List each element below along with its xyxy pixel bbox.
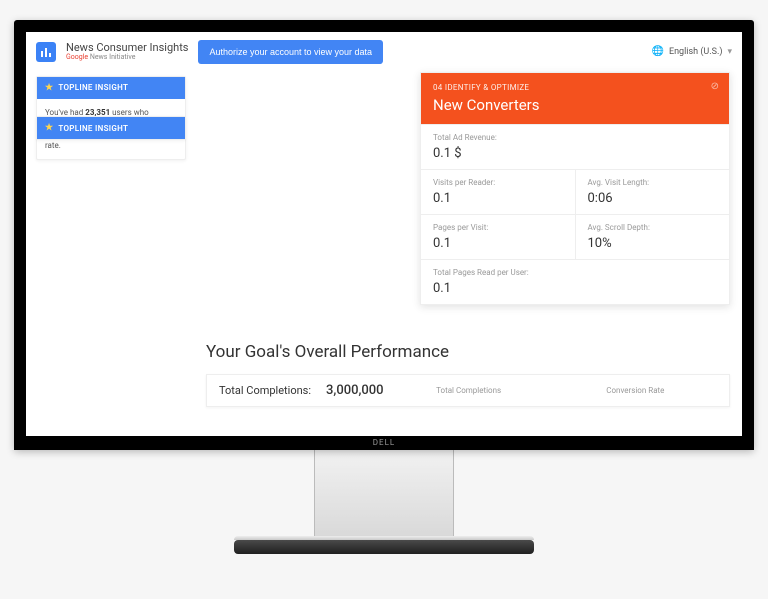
perf-col-conversion: Conversion Rate: [606, 386, 664, 395]
language-label: English (U.S.): [669, 47, 723, 57]
performance-section: Your Goal's Overall Performance Total Co…: [206, 342, 730, 407]
monitor-bezel: News Consumer Insights Google News Initi…: [14, 20, 754, 450]
perf-col-completions: Total Completions: [436, 386, 501, 395]
monitor-brand: DELL: [373, 438, 395, 447]
monitor-stand-neck: [314, 450, 454, 540]
metric-avg-scroll-depth: Avg. Scroll Depth: 10%: [576, 215, 730, 259]
content-area: ★ TOPLINE INSIGHT You've had 23,351 user…: [26, 72, 742, 161]
insight-header: ★ TOPLINE INSIGHT: [37, 77, 185, 99]
app-screen: News Consumer Insights Google News Initi…: [26, 32, 742, 438]
converters-step: 04 IDENTIFY & OPTIMIZE: [433, 83, 717, 92]
metric-visits-per-reader: Visits per Reader: 0.1: [421, 170, 576, 214]
new-converters-card: 04 IDENTIFY & OPTIMIZE New Converters ⊘ …: [420, 72, 730, 305]
chevron-down-icon: ▾: [727, 47, 732, 57]
topline-insight-card-bottom: ★ TOPLINE INSIGHT: [36, 116, 186, 140]
brand-subtitle: Google News Initiative: [66, 54, 188, 62]
authorize-button[interactable]: Authorize your account to view your data: [198, 40, 383, 64]
insight-label: TOPLINE INSIGHT: [58, 124, 128, 133]
converters-header: 04 IDENTIFY & OPTIMIZE New Converters ⊘: [421, 73, 729, 124]
metric-pages-per-visit: Pages per Visit: 0.1: [421, 215, 576, 259]
insight-header: ★ TOPLINE INSIGHT: [37, 117, 185, 139]
star-icon: ★: [45, 83, 53, 93]
monitor-brand-strip: DELL: [14, 436, 754, 450]
perf-total-label: Total Completions:: [219, 384, 311, 397]
metric-total-ad-revenue: Total Ad Revenue: 0.1 $: [421, 125, 729, 169]
star-icon: ★: [45, 123, 53, 133]
insight-label: TOPLINE INSIGHT: [58, 83, 128, 92]
top-bar: News Consumer Insights Google News Initi…: [26, 32, 742, 72]
converters-title: New Converters: [433, 96, 717, 114]
performance-card: Total Completions: 3,000,000 Total Compl…: [206, 374, 730, 407]
metric-total-pages-per-user: Total Pages Read per User: 0.1: [421, 260, 729, 304]
performance-title: Your Goal's Overall Performance: [206, 342, 730, 362]
logo-icon: [36, 42, 56, 62]
perf-total-value: 3,000,000: [326, 383, 384, 398]
close-icon[interactable]: ⊘: [711, 81, 719, 92]
monitor-stand-base: [234, 540, 534, 554]
brand-block: News Consumer Insights Google News Initi…: [66, 42, 188, 62]
metric-avg-visit-length: Avg. Visit Length: 0:06: [576, 170, 730, 214]
globe-icon: 🌐: [652, 46, 664, 57]
language-selector[interactable]: 🌐 English (U.S.) ▾: [652, 46, 732, 57]
